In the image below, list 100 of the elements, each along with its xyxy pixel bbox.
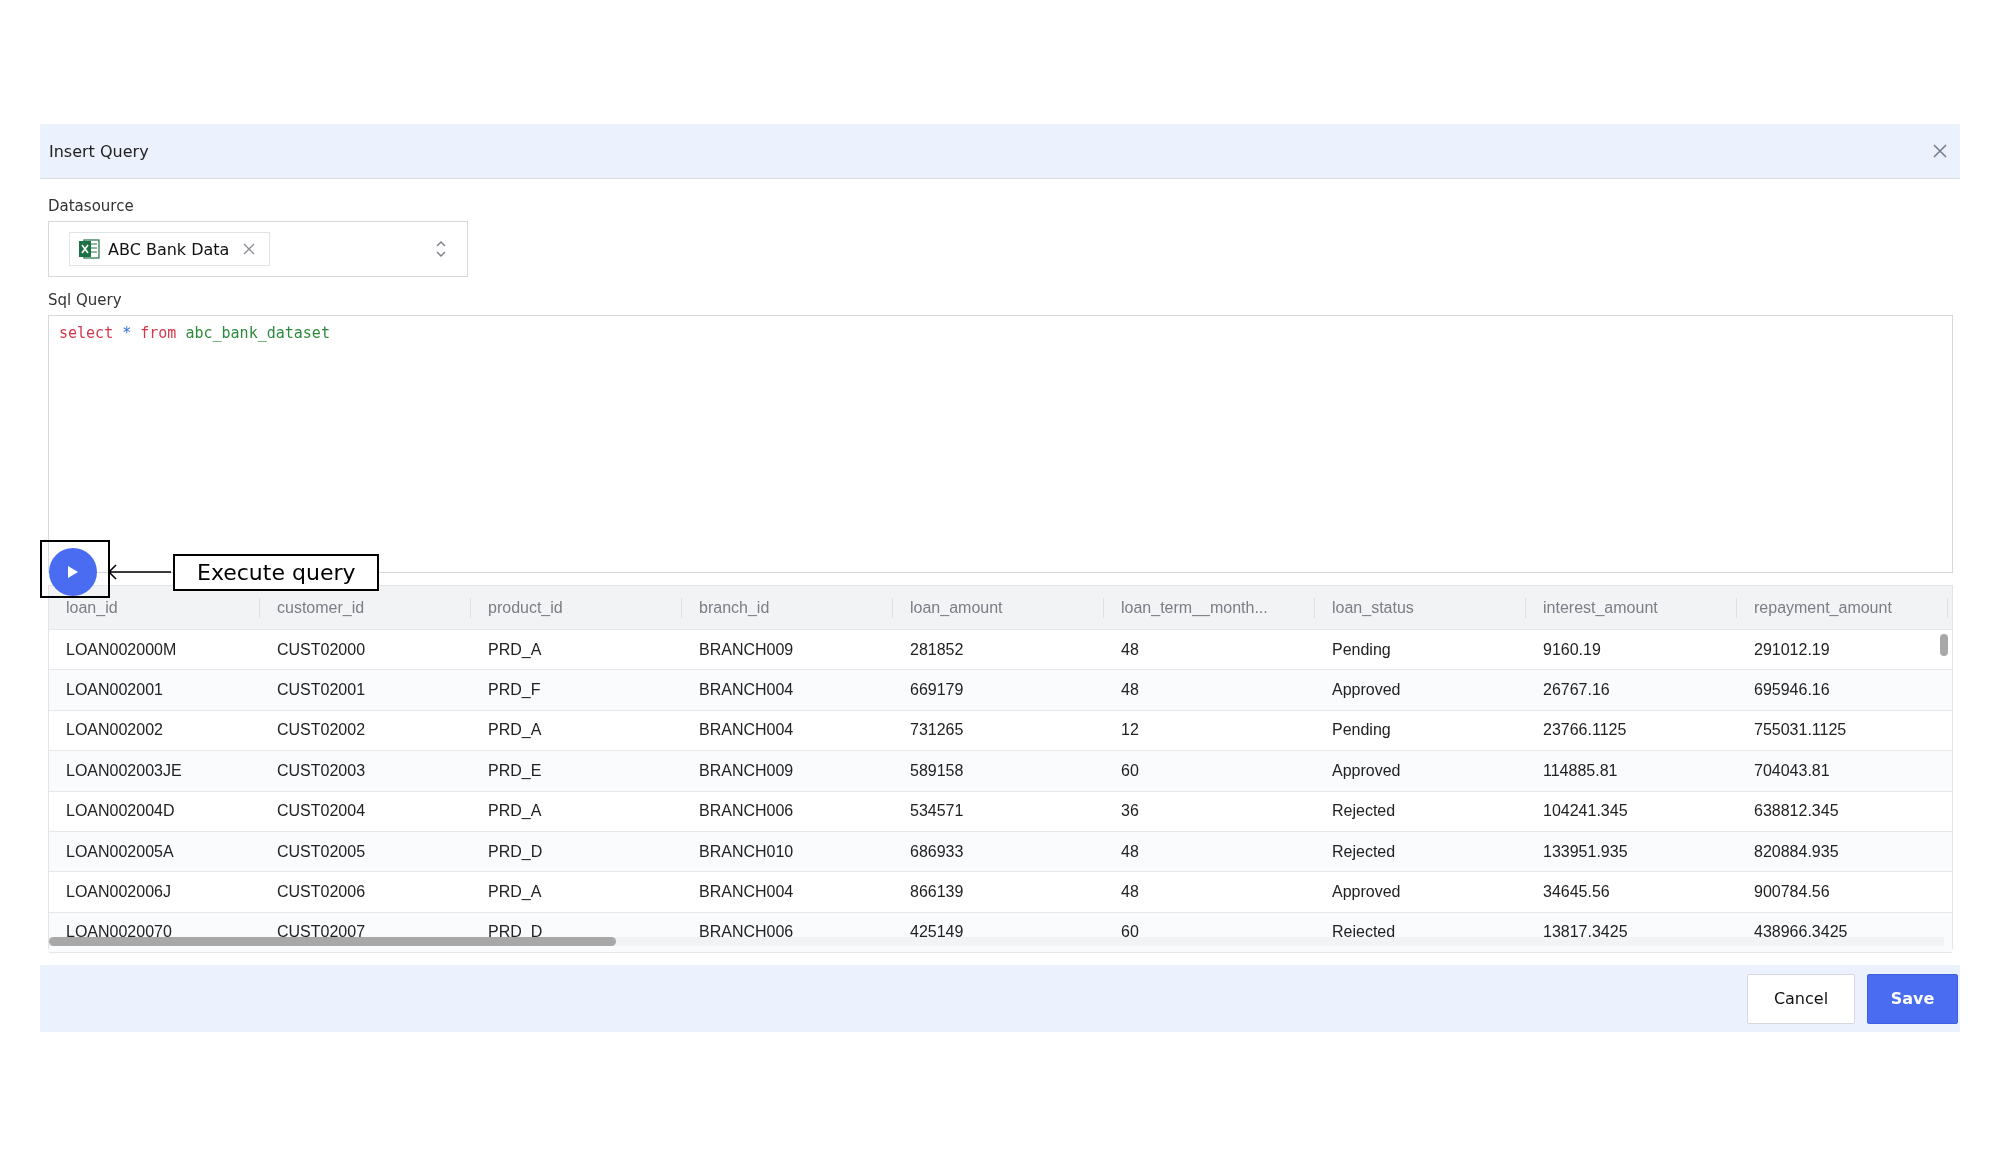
table-cell: 281852 (910, 640, 964, 658)
table-cell: PRD_D (488, 923, 543, 941)
column-header[interactable]: interest_amount (1543, 598, 1658, 616)
table-cell: BRANCH009 (699, 640, 794, 658)
horizontal-scrollbar[interactable] (49, 937, 616, 946)
table-cell: BRANCH006 (699, 802, 794, 820)
table-cell: BRANCH006 (699, 923, 794, 941)
table-cell: 425149 (910, 923, 964, 941)
remove-icon (243, 243, 256, 255)
table-cell: Rejected (1332, 923, 1396, 941)
table-cell: 48 (1121, 640, 1139, 658)
close-icon (1932, 143, 1948, 159)
table-cell: PRD_A (488, 802, 542, 820)
table-cell: 695946.16 (1754, 681, 1830, 699)
table-cell: 48 (1121, 883, 1139, 901)
column-header[interactable]: product_id (488, 598, 563, 616)
table-cell: 26767.16 (1543, 681, 1610, 699)
table-cell: LOAN002001 (66, 681, 163, 699)
vertical-scrollbar[interactable] (1940, 634, 1948, 656)
field-label: Datasource (48, 197, 135, 215)
table-cell: Pending (1332, 721, 1391, 739)
code-line: select * from abc_bank_dataset (59, 324, 331, 342)
save-button[interactable]: Save (1867, 973, 1958, 1024)
callout-arrow (107, 564, 171, 580)
table-cell: Approved (1332, 883, 1401, 901)
table-cell: LOAN002006J (66, 883, 171, 901)
table-cell: 755031.1125 (1754, 721, 1847, 739)
column-header[interactable]: loan_status (1332, 598, 1414, 616)
chevron-up-down-icon (435, 240, 447, 258)
table-cell: CUST02003 (277, 761, 366, 779)
table-cell: CUST02002 (277, 721, 366, 739)
table-cell: 36 (1121, 802, 1139, 820)
table-cell: LOAN002003JE (66, 761, 182, 779)
table-cell: Rejected (1332, 802, 1396, 820)
table-cell: Approved (1332, 761, 1401, 779)
table-cell: 686933 (910, 842, 964, 860)
table-cell: 534571 (910, 802, 964, 820)
field-label: Sql Query (48, 291, 123, 309)
column-header[interactable]: loan_id (66, 598, 118, 616)
table-cell: CUST02006 (277, 883, 366, 901)
table-cell: PRD_A (488, 721, 542, 739)
datasource-chip[interactable]: ABC Bank Data (69, 232, 271, 266)
table-cell: 48 (1121, 842, 1139, 860)
table-cell: 291012.19 (1754, 640, 1830, 658)
table-cell: PRD_E (488, 761, 542, 779)
column-header[interactable]: repayment_amount (1754, 598, 1892, 616)
table-cell: Rejected (1332, 842, 1396, 860)
table-cell: CUST02000 (277, 640, 366, 658)
play-button[interactable] (49, 548, 97, 596)
table-cell: 900784.56 (1754, 883, 1830, 901)
table-cell: BRANCH010 (699, 842, 794, 860)
table-cell: PRD_A (488, 883, 542, 901)
table-cell: 704043.81 (1754, 761, 1830, 779)
table-cell: 638812.345 (1754, 802, 1839, 820)
table-cell: CUST02001 (277, 681, 366, 699)
column-header[interactable]: loan_term__month... (1121, 598, 1268, 616)
table-cell: LOAN002005A (66, 842, 174, 860)
table-cell: 114885.81 (1543, 761, 1618, 779)
table-cell: 104241.345 (1543, 802, 1628, 820)
table-cell: 23766.1125 (1543, 721, 1627, 739)
table-cell: CUST02007 (277, 923, 366, 941)
table-cell: 820884.935 (1754, 842, 1839, 860)
table-cell: PRD_D (488, 842, 543, 860)
table-cell: 13817.3425 (1543, 923, 1628, 941)
highlight-frame (40, 540, 110, 598)
table-cell: 60 (1121, 923, 1139, 941)
table-cell: Pending (1332, 640, 1391, 658)
table-cell: PRD_F (488, 681, 541, 699)
table-cell: 669179 (910, 681, 964, 699)
play-icon (67, 565, 79, 579)
table-cell: 48 (1121, 681, 1139, 699)
column-header[interactable]: customer_id (277, 598, 365, 616)
table-cell: BRANCH004 (699, 681, 794, 699)
table-cell: BRANCH004 (699, 721, 794, 739)
table-cell: 438966.3425 (1754, 923, 1848, 941)
table-cell: 866139 (910, 883, 964, 901)
table-cell: LOAN002000M (66, 640, 177, 658)
column-header[interactable]: branch_id (699, 598, 770, 616)
table-cell: 12 (1121, 721, 1139, 739)
table-cell: LOAN002004D (66, 802, 175, 820)
table-cell: 731265 (910, 721, 964, 739)
table-cell: BRANCH009 (699, 761, 794, 779)
chip-label: ABC Bank Data (108, 239, 230, 259)
table-cell: PRD_A (488, 640, 542, 658)
datasource-select[interactable]: ABC Bank Data (48, 221, 468, 277)
column-header[interactable]: loan_amount (910, 598, 1003, 616)
cancel-button[interactable]: Cancel (1747, 973, 1855, 1024)
table-cell: CUST02004 (277, 802, 366, 820)
spreadsheet-icon (78, 238, 100, 260)
table-cell: 60 (1121, 761, 1139, 779)
table-cell: Approved (1332, 681, 1401, 699)
dialog-title: Insert Query (49, 141, 149, 161)
table-cell: 34645.56 (1543, 883, 1610, 901)
table-cell: LOAN0020070 (66, 923, 172, 941)
table-cell: BRANCH004 (699, 883, 794, 901)
table-cell: 9160.19 (1543, 640, 1601, 658)
table-cell: 589158 (910, 761, 964, 779)
table-cell: CUST02005 (277, 842, 366, 860)
callout-label: Execute query (173, 553, 380, 591)
table-cell: LOAN002002 (66, 721, 163, 739)
